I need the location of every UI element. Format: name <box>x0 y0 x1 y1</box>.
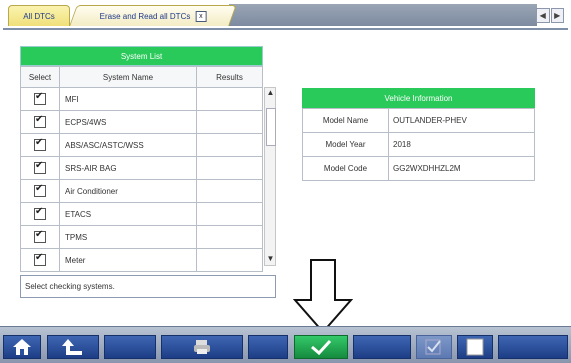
tab-erase-read-label: Erase and Read all DTCs <box>99 11 191 21</box>
select-cell <box>20 156 60 180</box>
system-row[interactable]: ECPS/4WS <box>20 110 263 134</box>
print-icon <box>194 340 210 354</box>
tab-all-dtcs[interactable]: All DTCs <box>8 5 70 26</box>
select-checkbox[interactable] <box>34 183 46 197</box>
tab-bar-background <box>229 4 537 26</box>
column-header-select: Select <box>20 66 60 88</box>
system-name: ETACS <box>59 202 197 226</box>
select-checkbox[interactable] <box>34 206 46 220</box>
select-checkbox[interactable] <box>34 114 46 128</box>
print-button[interactable] <box>161 335 243 359</box>
uncheck-all-icon <box>466 338 484 356</box>
execute-check-button[interactable] <box>294 335 348 359</box>
system-list-scrollbar[interactable]: ▲ ▼ <box>264 87 276 266</box>
vehicle-info-row: Model Code GG2WXDHHZL2M <box>302 156 535 181</box>
toolbar-button-10[interactable] <box>498 335 568 359</box>
system-row[interactable]: SRS-AIR BAG <box>20 156 263 180</box>
system-list-table: Select System Name Results MFIECPS/4WSAB… <box>20 66 263 272</box>
system-name: Air Conditioner <box>59 179 197 203</box>
select-cell <box>20 248 60 272</box>
tab-erase-read-dtcs[interactable]: Erase and Read all DTCs x <box>69 5 237 26</box>
system-result <box>196 179 263 203</box>
back-icon <box>62 339 82 355</box>
system-list-panel: System List Select System Name Results M… <box>20 46 263 272</box>
vehicle-info-value: GG2WXDHHZL2M <box>388 156 535 181</box>
select-cell <box>20 179 60 203</box>
column-header-system-name: System Name <box>59 66 197 88</box>
scroll-up-icon[interactable]: ▲ <box>266 88 275 97</box>
system-result <box>196 87 263 111</box>
vehicle-info-value: OUTLANDER-PHEV <box>388 108 535 133</box>
check-all-button[interactable] <box>416 335 452 359</box>
system-row[interactable]: Meter <box>20 248 263 272</box>
tab-bar: All DTCs Erase and Read all DTCs x ◀ ▶ <box>3 4 568 30</box>
vehicle-info-panel: Vehicle Information Model Name OUTLANDER-… <box>302 88 535 181</box>
select-checkbox[interactable] <box>34 252 46 266</box>
system-result <box>196 156 263 180</box>
system-result <box>196 110 263 134</box>
system-row[interactable]: ETACS <box>20 202 263 226</box>
select-checkbox[interactable] <box>34 137 46 151</box>
select-checkbox[interactable] <box>34 229 46 243</box>
toolbar-button-3[interactable] <box>104 335 156 359</box>
system-name: ABS/ASC/ASTC/WSS <box>59 133 197 157</box>
vehicle-info-value: 2018 <box>388 132 535 157</box>
tab-nav: ◀ ▶ <box>536 8 564 23</box>
select-cell <box>20 202 60 226</box>
status-message: Select checking systems. <box>20 275 276 298</box>
toolbar-button-5[interactable] <box>248 335 288 359</box>
system-name: MFI <box>59 87 197 111</box>
home-icon <box>13 339 31 355</box>
diagnostic-window: All DTCs Erase and Read all DTCs x ◀ ▶ S… <box>0 0 571 363</box>
toolbar-button-7[interactable] <box>353 335 411 359</box>
vehicle-info-row: Model Name OUTLANDER-PHEV <box>302 108 535 133</box>
select-cell <box>20 133 60 157</box>
close-tab-icon[interactable]: x <box>195 10 207 22</box>
system-name: ECPS/4WS <box>59 110 197 134</box>
system-row[interactable]: Air Conditioner <box>20 179 263 203</box>
back-button[interactable] <box>47 335 99 359</box>
select-cell <box>20 87 60 111</box>
system-name: SRS-AIR BAG <box>59 156 197 180</box>
home-button[interactable] <box>3 335 41 359</box>
system-result <box>196 225 263 249</box>
system-row[interactable]: TPMS <box>20 225 263 249</box>
system-list-title: System List <box>20 46 263 66</box>
scroll-down-icon[interactable]: ▼ <box>266 254 275 263</box>
system-row[interactable]: ABS/ASC/ASTC/WSS <box>20 133 263 157</box>
select-checkbox[interactable] <box>34 160 46 174</box>
bottom-toolbar <box>0 326 571 363</box>
check-all-icon <box>425 339 441 355</box>
select-cell <box>20 110 60 134</box>
vehicle-info-key: Model Year <box>302 132 389 157</box>
column-header-results: Results <box>196 66 263 88</box>
system-name: TPMS <box>59 225 197 249</box>
system-name: Meter <box>59 248 197 272</box>
vehicle-info-row: Model Year 2018 <box>302 132 535 157</box>
tab-prev-icon[interactable]: ◀ <box>536 8 550 23</box>
select-cell <box>20 225 60 249</box>
pointer-arrow-icon <box>293 259 353 334</box>
system-result <box>196 202 263 226</box>
select-checkbox[interactable] <box>34 91 46 105</box>
tab-next-icon[interactable]: ▶ <box>550 8 564 23</box>
system-row[interactable]: MFI <box>20 87 263 111</box>
system-result <box>196 248 263 272</box>
scroll-thumb[interactable] <box>266 108 276 146</box>
vehicle-info-key: Model Name <box>302 108 389 133</box>
checkmark-icon <box>311 339 332 356</box>
uncheck-all-button[interactable] <box>457 335 493 359</box>
vehicle-info-title: Vehicle Information <box>302 88 535 108</box>
vehicle-info-table: Model Name OUTLANDER-PHEV Model Year 2018 Mo… <box>302 108 535 181</box>
system-result <box>196 133 263 157</box>
vehicle-info-key: Model Code <box>302 156 389 181</box>
